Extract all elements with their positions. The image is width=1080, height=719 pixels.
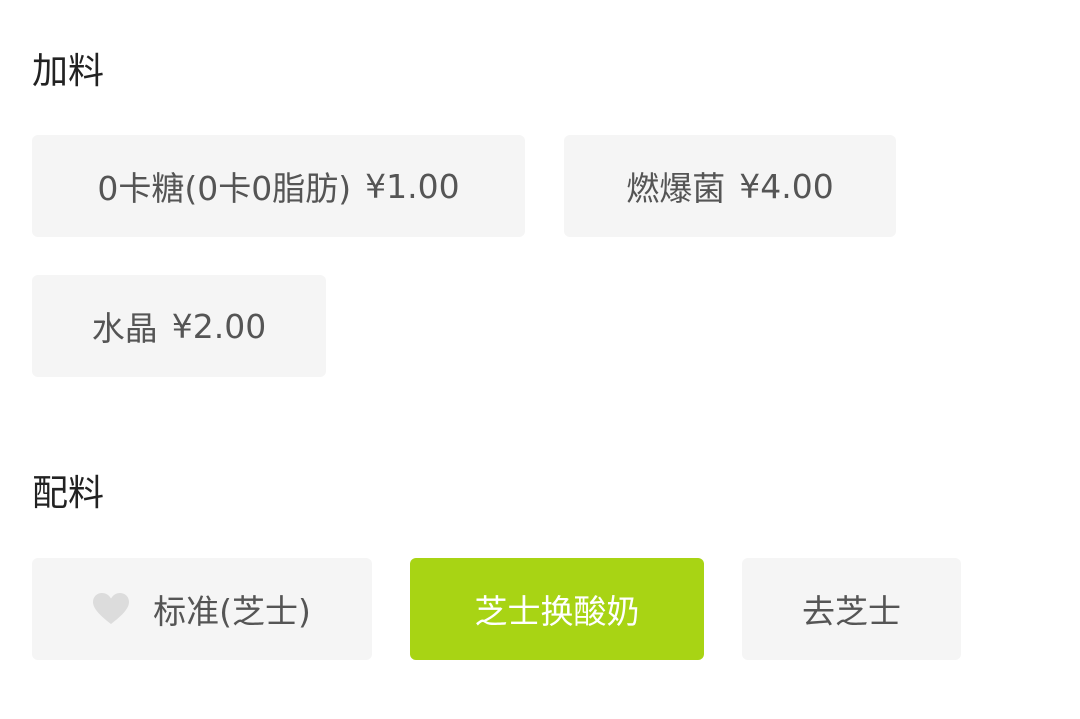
addon-option-price: ¥2.00: [171, 306, 267, 346]
addon-option-name: 水晶: [91, 309, 158, 348]
ingredient-option-cheese-to-yogurt[interactable]: 芝士换酸奶: [410, 558, 704, 660]
addons-section-title: 加料: [32, 51, 105, 92]
ingredient-option-no-cheese[interactable]: 去芝士: [742, 558, 961, 660]
addon-option-name: 燃爆菌: [626, 169, 726, 208]
addon-option-crystal[interactable]: 水晶 ¥2.00: [32, 275, 326, 377]
addon-option-zero-cal-sugar[interactable]: 0卡糖(0卡0脂肪) ¥1.00: [32, 135, 525, 237]
ingredient-option-name: 芝士换酸奶: [474, 592, 640, 631]
addon-option-price: ¥4.00: [739, 166, 834, 206]
addon-option-price: ¥1.00: [365, 166, 460, 206]
ingredient-option-name: 标准(芝士): [153, 592, 311, 631]
addon-option-name: 0卡糖(0卡0脂肪): [97, 169, 352, 208]
heart-icon: [93, 593, 130, 625]
ingredients-section-title: 配料: [32, 473, 105, 514]
addon-option-burst-pearls[interactable]: 燃爆菌 ¥4.00: [564, 135, 896, 237]
ingredient-option-name: 去芝士: [802, 592, 901, 631]
ingredient-option-standard-cheese[interactable]: 标准(芝士): [32, 558, 372, 660]
